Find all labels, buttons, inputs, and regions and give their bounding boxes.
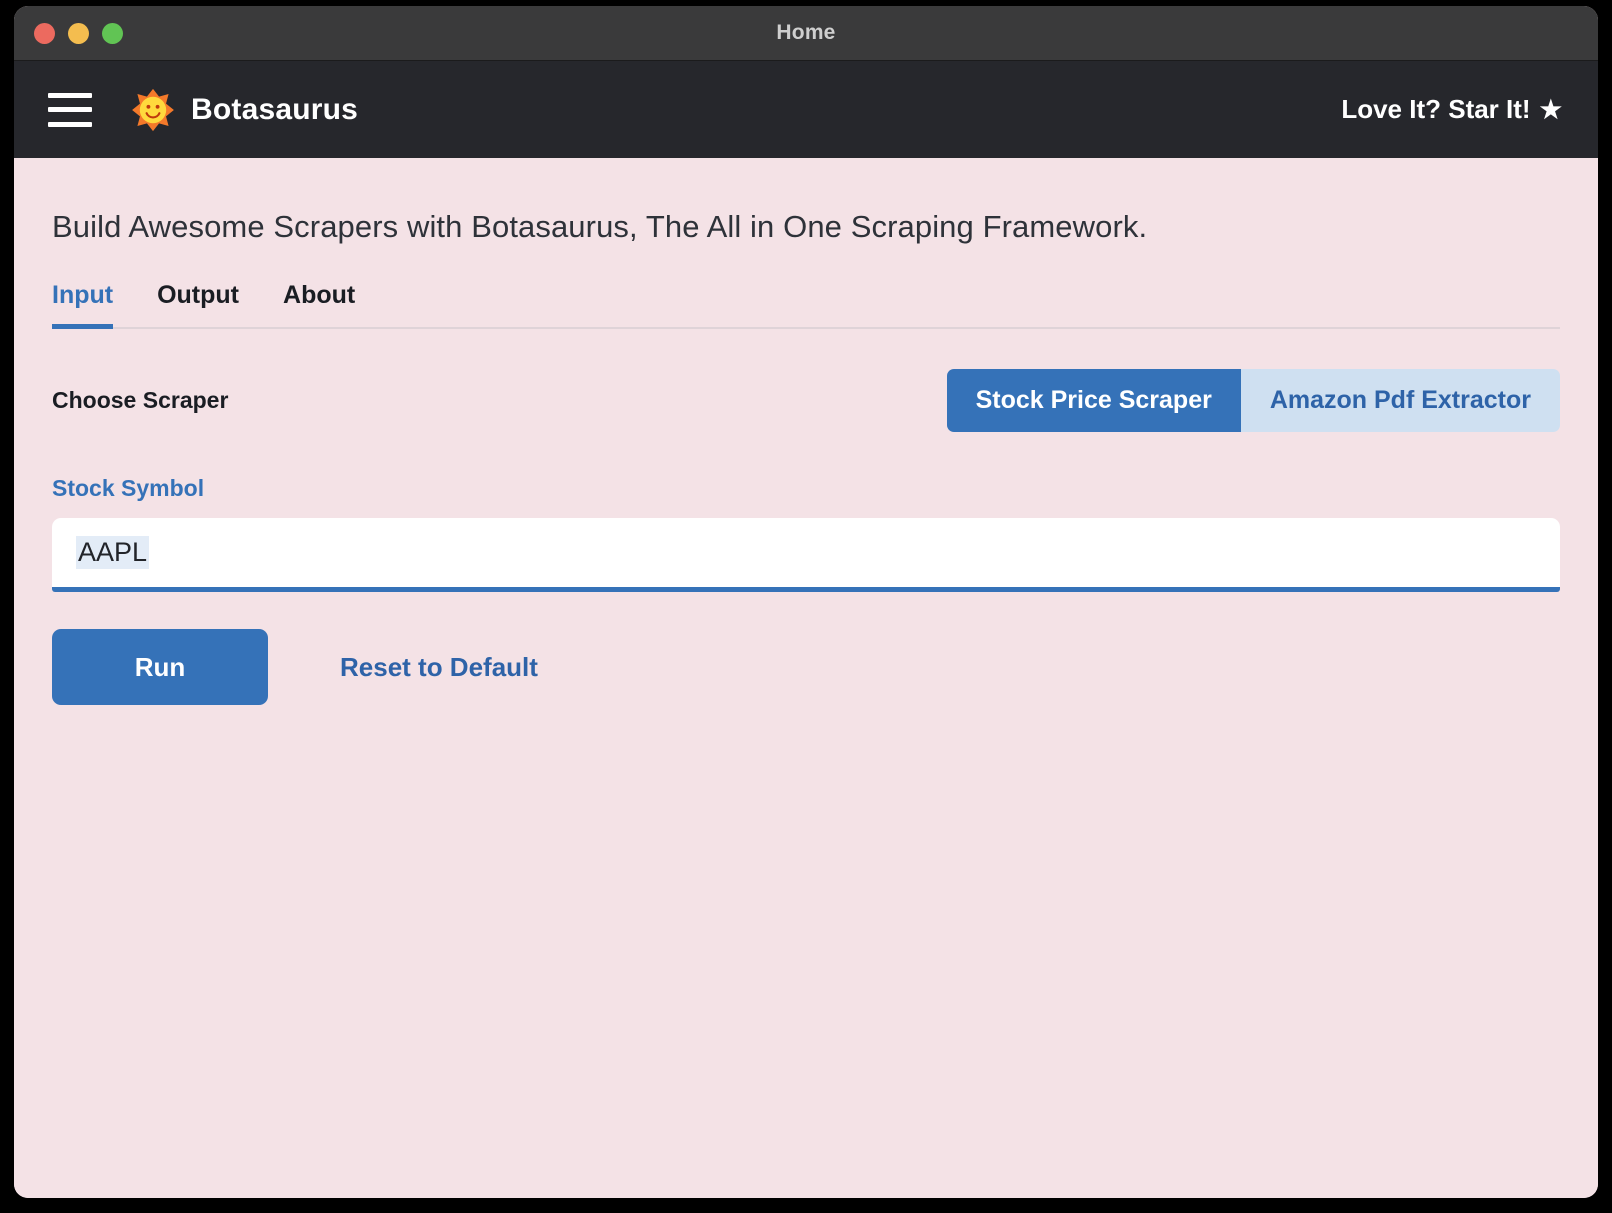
close-button[interactable] [34, 23, 55, 44]
scraper-option-amazon-pdf-extractor[interactable]: Amazon Pdf Extractor [1241, 369, 1560, 432]
reset-to-default-link[interactable]: Reset to Default [340, 652, 538, 683]
run-button[interactable]: Run [52, 629, 268, 705]
page-content: Build Awesome Scrapers with Botasaurus, … [14, 158, 1598, 1198]
scraper-segmented-control: Stock Price Scraper Amazon Pdf Extractor [947, 369, 1560, 432]
page-headline: Build Awesome Scrapers with Botasaurus, … [52, 158, 1560, 245]
tab-input-label: Input [52, 281, 113, 309]
hamburger-bar [48, 107, 92, 112]
tab-output[interactable]: Output [157, 281, 261, 327]
maximize-button[interactable] [102, 23, 123, 44]
scraper-option-label: Stock Price Scraper [976, 386, 1212, 414]
hamburger-bar [48, 122, 92, 127]
tab-about-label: About [283, 281, 355, 309]
hamburger-bar [48, 93, 92, 98]
stock-symbol-label: Stock Symbol [52, 475, 1560, 502]
tab-bar: Input Output About [52, 281, 1560, 329]
sun-smiley-icon [131, 88, 175, 132]
star-it-link[interactable]: Love It? Star It! ★ [1341, 94, 1562, 125]
brand-name: Botasaurus [191, 93, 358, 127]
window-controls [14, 23, 123, 44]
star-it-label: Love It? Star It! [1341, 94, 1530, 125]
scraper-option-stock-price-scraper[interactable]: Stock Price Scraper [947, 369, 1241, 432]
tab-input[interactable]: Input [52, 281, 113, 327]
minimize-button[interactable] [68, 23, 89, 44]
brand[interactable]: Botasaurus [131, 88, 358, 132]
scraper-option-label: Amazon Pdf Extractor [1270, 386, 1531, 414]
stock-symbol-value: AAPL [76, 536, 149, 569]
tab-about[interactable]: About [283, 281, 377, 327]
choose-scraper-label: Choose Scraper [52, 387, 228, 414]
action-row: Run Reset to Default [52, 629, 1560, 705]
window-title: Home [14, 21, 1598, 45]
top-navbar: Botasaurus Love It? Star It! ★ [14, 61, 1598, 158]
stock-symbol-input[interactable]: AAPL [52, 518, 1560, 592]
hamburger-icon[interactable] [48, 93, 92, 127]
choose-scraper-row: Choose Scraper Stock Price Scraper Amazo… [52, 369, 1560, 432]
star-icon: ★ [1540, 98, 1562, 123]
app-window: Home Botasaurus Love It? Star It! ★ Buil… [14, 6, 1598, 1198]
tab-output-label: Output [157, 281, 239, 309]
title-bar: Home [14, 6, 1598, 61]
